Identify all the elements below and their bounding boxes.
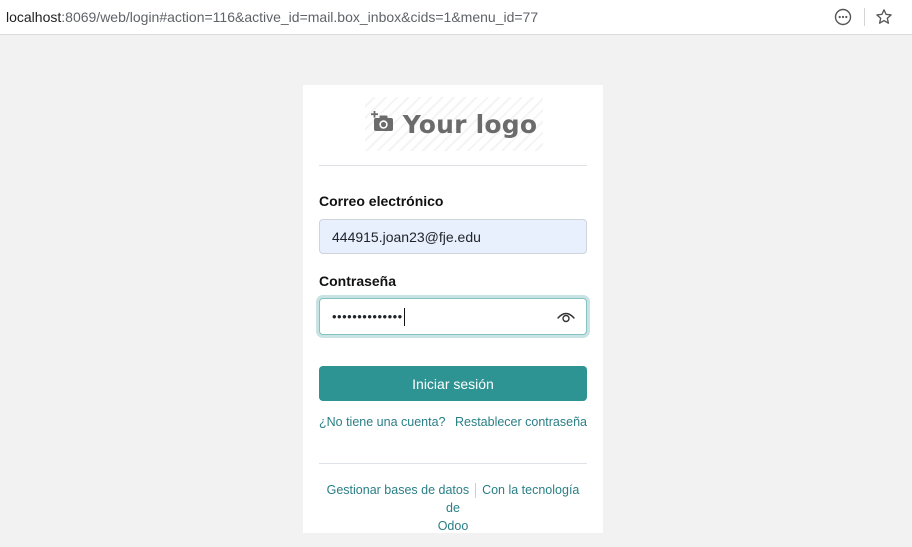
logo-text: Your logo — [402, 109, 538, 139]
company-logo: Your logo — [365, 97, 543, 151]
login-footer: Gestionar bases de datos Con la tecnologí… — [319, 481, 587, 535]
footer-separator — [475, 483, 477, 499]
logo-divider — [319, 165, 587, 166]
password-label: Contraseña — [319, 273, 397, 289]
url-path: :8069/web/login#action=116&active_id=mai… — [61, 9, 539, 25]
url-host: localhost — [6, 9, 62, 25]
signup-link[interactable]: ¿No tiene una cuenta? — [319, 415, 445, 429]
more-options-icon[interactable] — [833, 7, 853, 27]
manage-databases-link[interactable]: Gestionar bases de datos — [327, 483, 469, 497]
email-label: Correo electrónico — [319, 193, 444, 209]
bookmark-star-icon[interactable] — [874, 7, 894, 27]
password-field[interactable]: •••••••••••••• — [319, 298, 587, 335]
footer-divider — [319, 463, 587, 464]
toolbar-divider — [864, 8, 865, 26]
eye-icon[interactable] — [556, 307, 576, 327]
text-cursor — [403, 307, 405, 326]
add-photo-camera-icon — [370, 110, 395, 138]
email-field[interactable]: 444915.joan23@fje.edu — [319, 219, 587, 254]
login-card: Your logo Correo electrónico 444915.joan… — [303, 85, 603, 533]
password-value: •••••••••••••• — [332, 309, 403, 324]
login-button[interactable]: Iniciar sesión — [319, 366, 587, 401]
url-text[interactable]: localhost:8069/web/login#action=116&acti… — [6, 9, 538, 25]
browser-address-bar[interactable]: localhost:8069/web/login#action=116&acti… — [0, 0, 912, 35]
odoo-brand-link[interactable]: Odoo — [438, 519, 469, 533]
email-value: 444915.joan23@fje.edu — [332, 228, 481, 245]
reset-password-link[interactable]: Restablecer contraseña — [455, 415, 587, 429]
